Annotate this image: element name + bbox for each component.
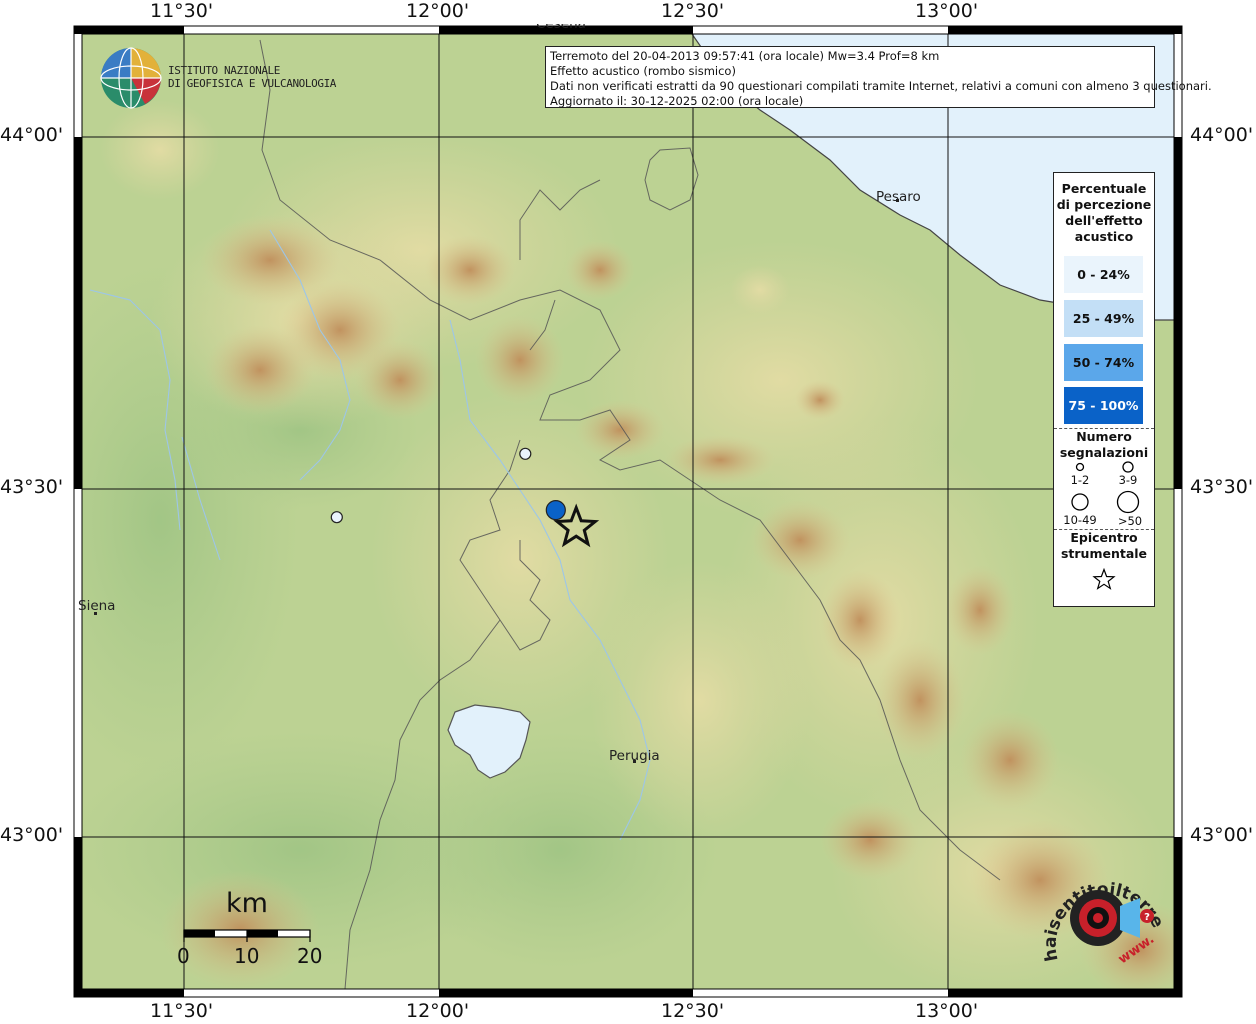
terrain [82,34,1174,989]
event-info-box: Terremoto del 20-04-2013 09:57:41 (ora l… [545,46,1212,108]
lat-label-left-4300: 43°00' [0,824,64,846]
lon-label-bottom-1300: 13°00' [915,1000,979,1022]
lon-label-bottom-1200: 12°00' [406,1000,470,1022]
haisentito-logo: haisentitoilterremoto.it ? www. [1036,860,1168,967]
city-label-siena: Siena [78,598,116,614]
lon-label-top-1200: 12°00' [406,0,470,22]
city-label-cesena: Cesena [536,24,586,34]
count-label-3-9: 3-9 [1118,473,1138,487]
event-line-1: Terremoto del 20-04-2013 09:57:41 (ora l… [550,49,940,63]
observation-point [330,511,343,524]
count-label-10-49: 10-49 [1063,513,1097,527]
lat-label-left-4330: 43°30' [0,476,64,498]
lat-label-right-4300: 43°00' [1190,824,1254,846]
lon-label-bottom-1230: 12°30' [661,1000,725,1022]
logo-www-text: www. [1116,932,1157,967]
ingv-logo-globe [100,47,162,109]
event-line-3: Dati non verificati estratti da 90 quest… [550,79,1212,93]
lon-label-top-1130: 11°30' [150,0,214,22]
city-label-perugia: Perugia [609,748,660,764]
epicenter-title-2: strumentale [1060,546,1148,561]
legend-title-4: acustico [1074,229,1134,244]
lon-label-bottom-1130: 11°30' [150,1000,214,1022]
scale-label-20: 20 [297,944,323,968]
svg-text:?: ? [1144,912,1150,923]
event-line-4: Aggiornato il: 30-12-2025 02:00 (ora loc… [550,94,804,108]
legend-title-2: di percezione [1056,197,1152,212]
count-title-1: Numero [1076,429,1132,444]
legend: Percentuale di percezione dell'effetto a… [1053,172,1155,607]
count-label-50: >50 [1117,514,1143,528]
legend-class-1: 25 - 49% [1064,300,1143,337]
scale-label-10: 10 [234,944,260,968]
lat-label-right-4400: 44°00' [1190,124,1254,146]
map-figure: 11°30' 12°00' 12°30' 13°00' 11°30' 12°00… [0,0,1256,1024]
observation-point [545,500,566,521]
ingv-line-2: DI GEOFISICA E VULCANOLOGIA [168,77,337,90]
cesena-text: Cesena [536,24,586,32]
legend-title-1: Percentuale [1061,181,1147,196]
legend-class-0: 0 - 24% [1064,256,1143,293]
count-label-1-2: 1-2 [1070,473,1090,487]
ingv-line-1: ISTITUTO NAZIONALE [168,64,281,77]
lon-label-top-1230: 12°30' [661,0,725,22]
observation-point [519,447,532,460]
ingv-logo-text: ISTITUTO NAZIONALE DI GEOFISICA E VULCAN… [168,64,336,90]
lat-label-left-4400: 44°00' [0,124,64,146]
city-label-pesaro: Pesaro [876,189,921,205]
epicenter-star-icon [1092,568,1116,590]
epicenter-title-1: Epicentro [1070,530,1138,545]
scale-label-0: 0 [177,944,190,968]
lat-label-right-4330: 43°30' [1190,476,1254,498]
event-line-2: Effetto acustico (rombo sismico) [550,64,736,78]
scale-unit: km [226,888,268,919]
legend-title-3: dell'effetto [1065,213,1143,228]
lon-label-top-1300: 13°00' [915,0,979,22]
legend-class-2: 50 - 74% [1064,344,1143,381]
legend-class-3: 75 - 100% [1064,387,1143,424]
